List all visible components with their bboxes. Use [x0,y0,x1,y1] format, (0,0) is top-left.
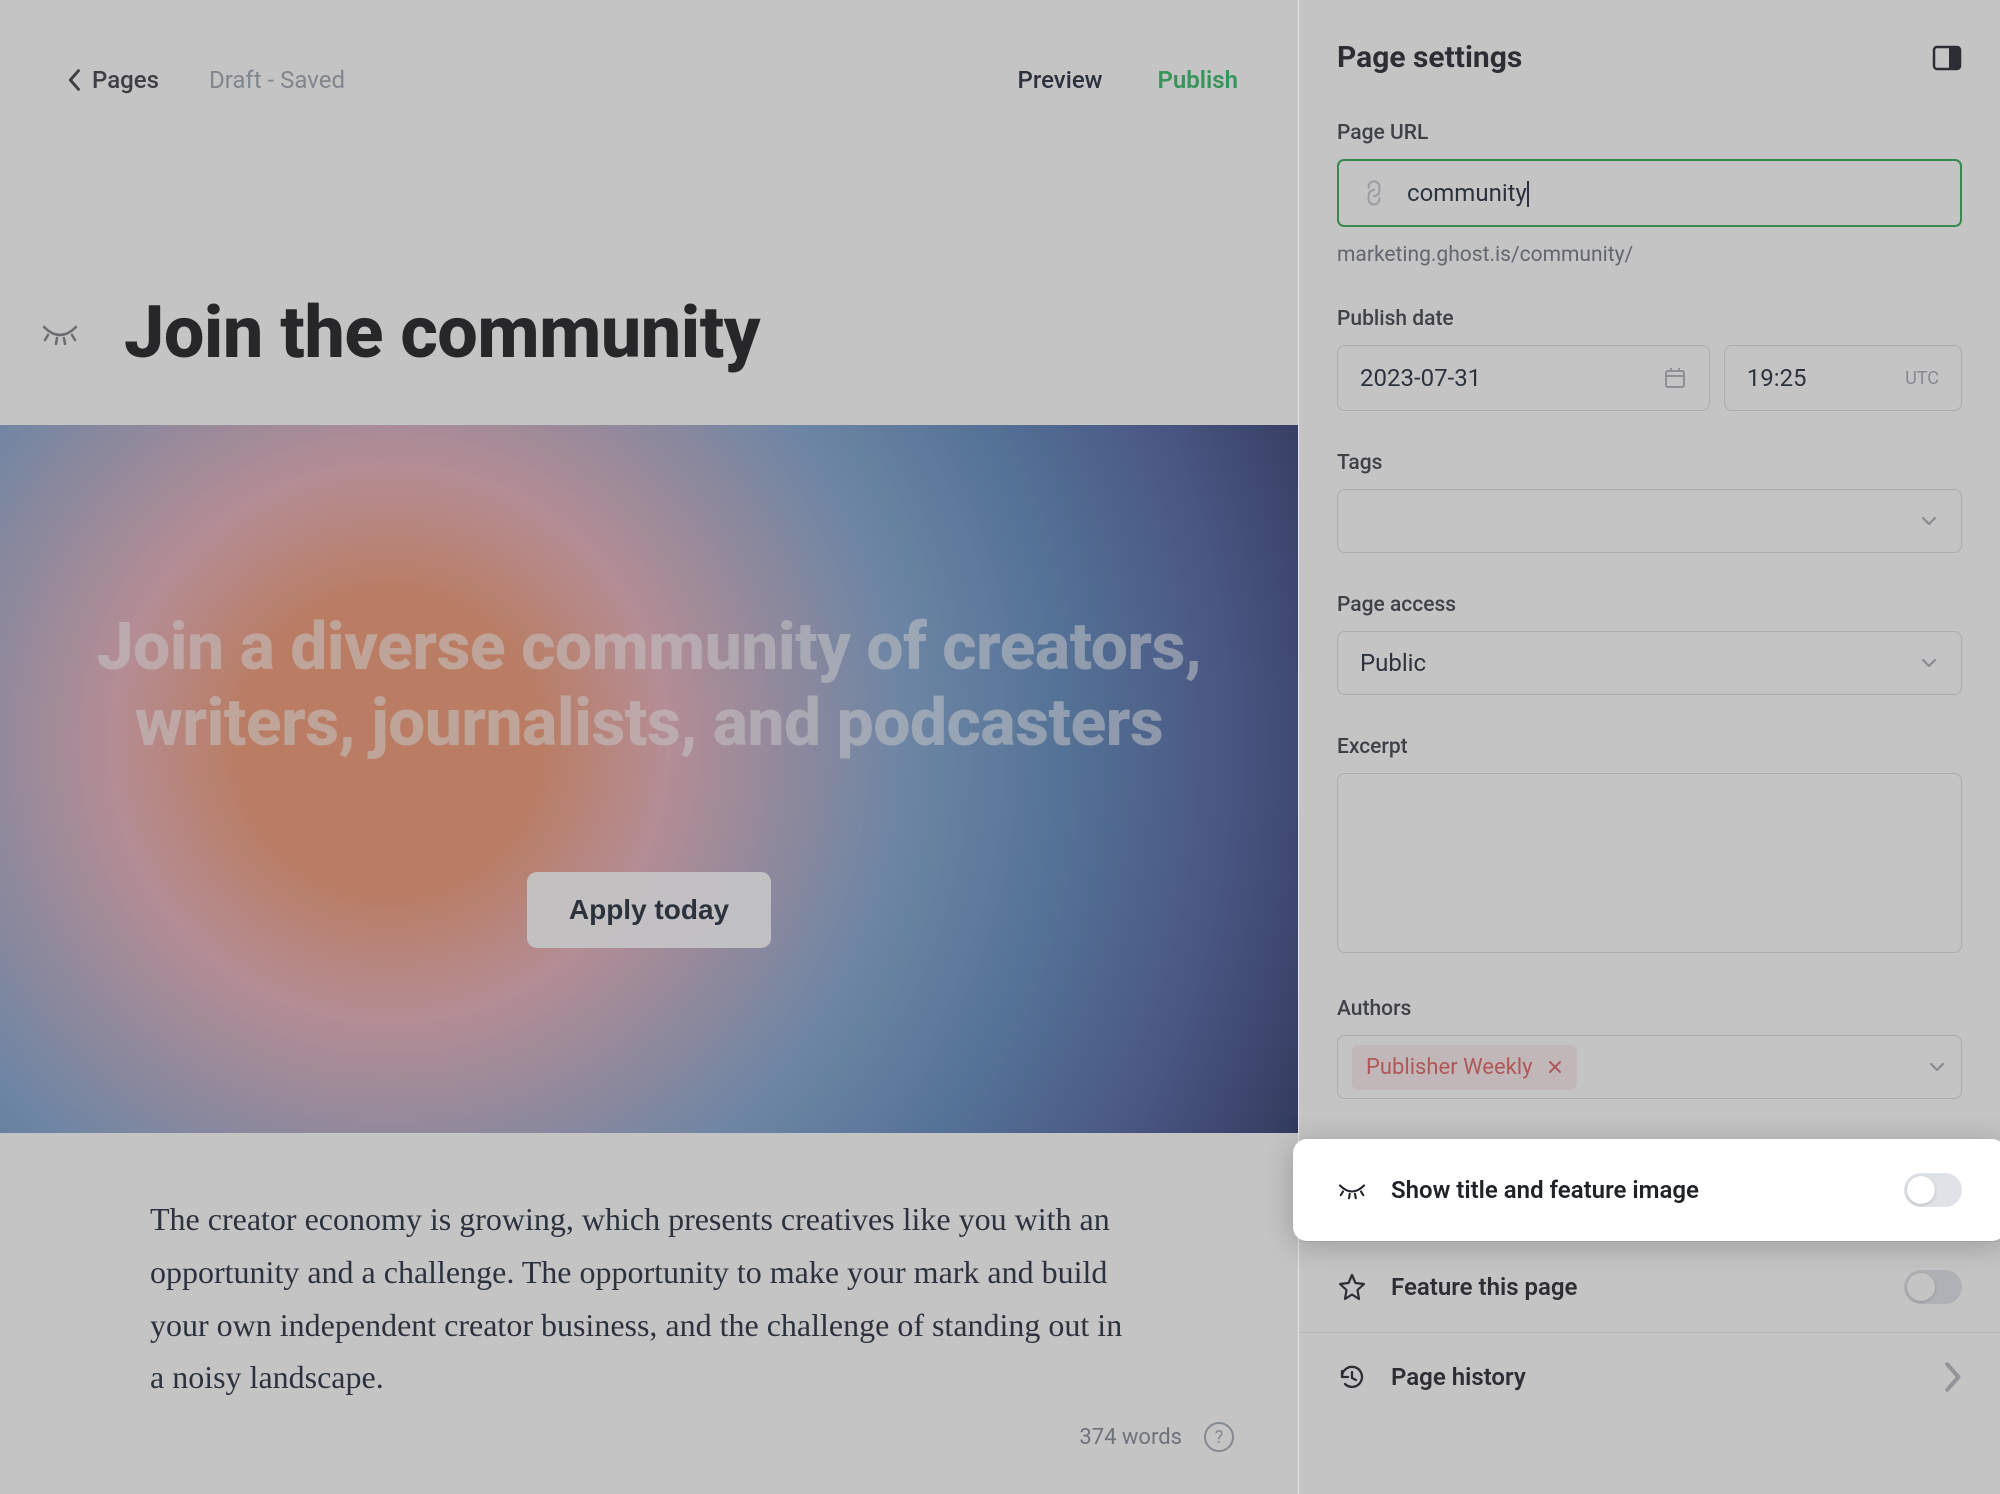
eye-closed-icon [40,321,80,345]
chevron-down-icon [1919,653,1939,673]
page-history-label: Page history [1391,1363,1918,1391]
page-access-value: Public [1360,649,1426,677]
authors-select[interactable]: Publisher Weekly [1337,1035,1962,1099]
preview-button[interactable]: Preview [1018,66,1103,94]
star-icon [1337,1272,1367,1302]
hero-headline: Join a diverse community of creators, wr… [40,610,1258,762]
history-icon [1337,1362,1367,1392]
link-icon [1356,175,1393,212]
word-count: 374 words [1079,1425,1182,1450]
page-url-label: Page URL [1337,121,1962,145]
authors-label: Authors [1337,997,1962,1021]
draft-status: Draft - Saved [209,66,345,94]
feature-page-row: Feature this page [1299,1241,2000,1332]
publish-date-value: 2023-07-31 [1360,364,1481,392]
publish-time-input[interactable]: 19:25 UTC [1724,345,1962,411]
chevron-left-icon [68,68,82,92]
author-chip[interactable]: Publisher Weekly [1352,1045,1577,1090]
excerpt-label: Excerpt [1337,735,1962,759]
excerpt-textarea[interactable] [1337,773,1962,953]
show-title-label: Show title and feature image [1391,1176,1880,1204]
help-icon[interactable]: ? [1204,1422,1234,1452]
page-title[interactable]: Join the community [124,290,760,375]
apply-today-button[interactable]: Apply today [527,872,771,948]
chevron-down-icon [1919,511,1939,531]
page-history-row[interactable]: Page history [1299,1332,2000,1421]
tags-label: Tags [1337,451,1962,475]
close-icon[interactable] [1547,1059,1563,1075]
publish-button[interactable]: Publish [1158,66,1239,94]
tags-select[interactable] [1337,489,1962,553]
body-paragraph[interactable]: The creator economy is growing, which pr… [150,1193,1130,1404]
show-title-toggle[interactable] [1904,1173,1962,1207]
publish-date-input[interactable]: 2023-07-31 [1337,345,1710,411]
page-access-label: Page access [1337,593,1962,617]
panel-toggle-icon[interactable] [1932,43,1962,73]
feature-page-label: Feature this page [1391,1273,1880,1301]
hero-card[interactable]: Join a diverse community of creators, wr… [0,425,1298,1133]
eye-closed-icon [1337,1175,1367,1205]
page-url-helper: marketing.ghost.is/community/ [1337,243,1962,267]
chevron-right-icon [1942,1361,1962,1393]
page-access-select[interactable]: Public [1337,631,1962,695]
publish-time-value: 19:25 [1747,364,1807,392]
back-to-pages[interactable]: Pages [68,66,159,94]
show-title-row: Show title and feature image [1293,1139,2000,1241]
publish-date-label: Publish date [1337,307,1962,331]
back-label: Pages [92,66,159,94]
timezone-label: UTC [1905,368,1939,389]
page-url-value: community [1407,179,1527,207]
chevron-down-icon [1927,1057,1947,1077]
calendar-icon [1663,366,1687,390]
author-chip-label: Publisher Weekly [1366,1055,1533,1080]
sidebar-title: Page settings [1337,40,1522,75]
feature-page-toggle[interactable] [1904,1270,1962,1304]
page-url-input[interactable]: community [1337,159,1962,227]
